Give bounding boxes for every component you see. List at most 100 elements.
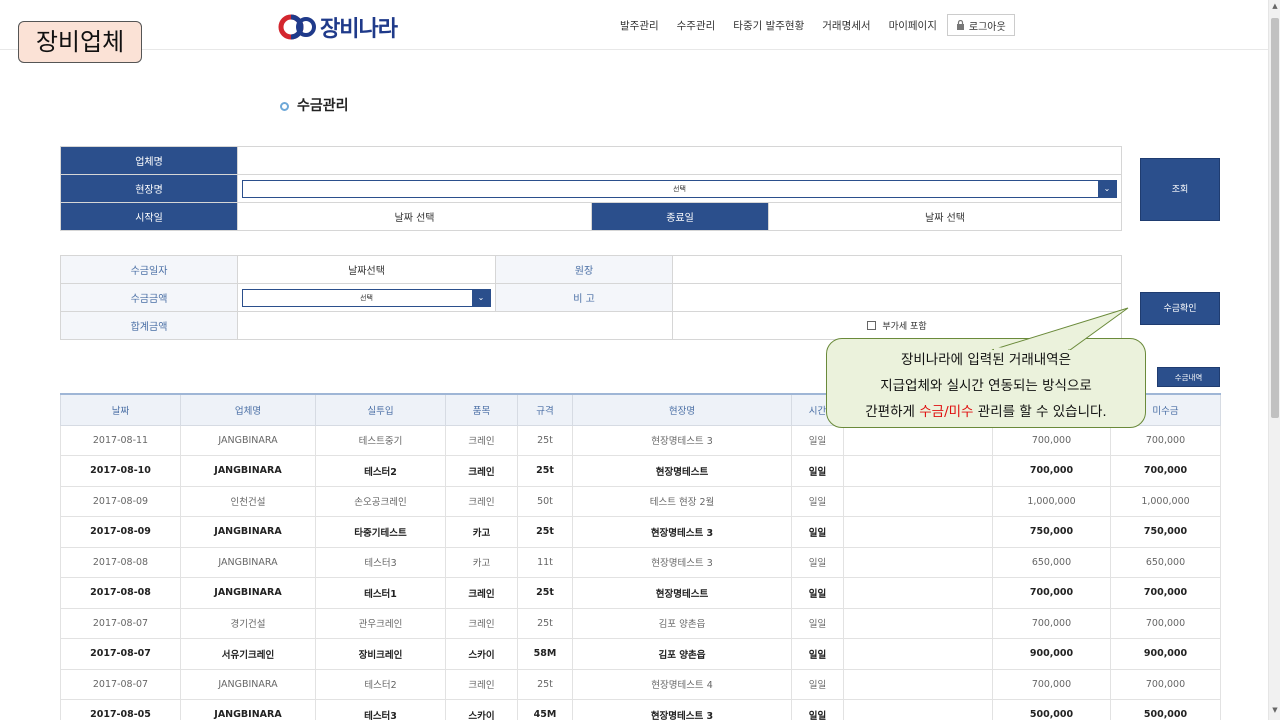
table-cell: 김포 양촌읍 [572,638,792,670]
table-cell: 현장명테스트 3 [572,699,792,720]
table-cell: 700,000 [1110,577,1221,609]
bullet-icon [280,101,289,111]
table-cell: 900,000 [1110,638,1221,670]
table-cell: 500,000 [992,699,1111,720]
table-cell: 700,000 [1110,607,1221,639]
logo-icon [278,14,316,40]
table-cell [843,424,993,456]
site-select[interactable]: 선택 ⌄ [242,179,1117,198]
table-cell: 현장명테스트 [572,455,792,487]
table-cell: JANGBINARA [180,455,316,487]
table-cell: 크레인 [445,455,518,487]
payment-amount-label: 수금금액 [60,283,238,312]
table-row[interactable]: 2017-08-08 JANGBINARA 테스터1 크레인 25t 현장명테스트 일일 70… [60,577,1221,609]
table-cell: 현장명테스트 3 [572,516,792,548]
payment-date-picker[interactable]: 날짜선택 [237,255,496,284]
table-cell: 손오공크레인 [315,485,446,517]
ledger-input[interactable] [672,255,1122,284]
payment-amount-select[interactable]: 선택 ⌄ [242,288,491,307]
scroll-down-icon[interactable]: ▼ [1269,706,1280,718]
table-cell: 25t [517,607,573,639]
nav-my-page[interactable]: 마이페이지 [889,18,937,33]
table-cell: 장비크레인 [315,638,446,670]
table-row[interactable]: 2017-08-07 서유기크레인 장비크레인 스카이 58M 김포 양촌읍 일일 900,0… [60,638,1221,670]
scroll-thumb[interactable] [1271,18,1279,418]
vat-checkbox[interactable]: 부가세 포함 [867,319,927,332]
logout-button[interactable]: 로그아웃 [946,14,1015,36]
callout-line-1: 장비나라에 입력된 거래내역은 [900,352,1072,368]
payment-amount-cell: 선택 ⌄ [237,283,496,312]
table-cell: 테스터2 [315,668,446,700]
table-cell: 크레인 [445,577,518,609]
table-row[interactable]: 2017-08-09 JANGBINARA 타중기테스트 카고 25t 현장명테스트 3일… [60,516,1221,548]
table-row[interactable]: 2017-08-07 JANGBINARA 테스터2 크레인 25t 현장명테스트 4 일일… [60,668,1221,700]
nav-transaction-statement[interactable]: 거래명세서 [822,18,870,33]
callout-line-3: 간편하게 수금/미수 관리를 할 수 있습니다. [827,399,1145,425]
table-row[interactable]: 2017-08-05 JANGBINARA 테스터3 스카이 45M 현장명테스트 3 일일… [60,699,1221,720]
table-row[interactable]: 2017-08-08 JANGBINARA 테스터3 카고 11t 현장명테스트 3 일일 6… [60,546,1221,578]
payment-date-label: 수금일자 [60,255,238,284]
table-cell: 700,000 [1110,455,1221,487]
logo-text: 장비나라 [320,11,398,43]
table-cell: JANGBINARA [180,577,316,609]
table-cell: 크레인 [445,607,518,639]
table-cell: 25t [517,516,573,548]
search-form: 업체명 현장명 선택 ⌄ 시작일 날짜 선택 종료일 날짜 선택 [60,146,1122,231]
table-cell: 650,000 [1110,546,1221,578]
page-title: 수금관리 [280,95,349,115]
table-cell: 25t [517,424,573,456]
table-cell: 25t [517,577,573,609]
end-date-picker[interactable]: 날짜 선택 [768,202,1122,231]
table-cell: 700,000 [1110,424,1221,456]
vertical-scrollbar[interactable]: ▲ ▼ [1268,0,1280,720]
table-cell: 테스터2 [315,455,446,487]
logo-text-suffix: 나라 [358,17,397,42]
table-cell: 일일 [791,577,844,609]
chevron-down-icon[interactable]: ⌄ [1098,180,1116,197]
transactions-table: 날짜 업체명 실투입 품목 규격 현장명 시간 미수금 2017-08-11 JANGBINAR… [60,393,1221,720]
end-date-label: 종료일 [591,202,769,231]
table-cell: 일일 [791,638,844,670]
table-cell: 현장명테스트 4 [572,668,792,700]
ledger-label: 원장 [495,255,673,284]
table-cell [843,485,993,517]
header: 장비나라 발주관리 수주관리 타중기 발주현황 거래명세서 마이페이지 로그아웃 [0,0,1268,50]
logo[interactable]: 장비나라 [278,11,398,43]
checkbox-icon[interactable] [867,320,877,330]
table-cell: 현장명테스트 3 [572,424,792,456]
payment-history-button[interactable]: 수금내역 [1157,367,1220,387]
table-cell: 2017-08-05 [60,699,181,720]
nav-received-orders[interactable]: 수주관리 [677,18,716,33]
vendor-badge: 장비업체 [18,21,142,63]
table-cell: 현장명테스트 [572,577,792,609]
table-row[interactable]: 2017-08-07 경기건설 관우크레인 크레인 25t 김포 양촌읍 일일 700,000… [60,607,1221,639]
payment-confirm-button[interactable]: 수금확인 [1140,292,1220,325]
company-input[interactable] [237,146,1122,175]
callout-highlight: 수금/미수 [919,404,974,420]
table-cell [843,546,993,578]
vat-label: 부가세 포함 [882,321,927,332]
payment-form: 수금일자 날짜선택 원장 수금금액 선택 ⌄ 비 고 합계금액 부가세 포함 [60,255,1122,340]
table-cell: 2017-08-08 [60,577,181,609]
callout-line-2: 지급업체와 실시간 연동되는 방식으로 [880,378,1092,394]
table-row[interactable]: 2017-08-11 JANGBINARA 테스트중기 크레인 25t 현장명테스트 3일… [60,424,1221,456]
table-row[interactable]: 2017-08-09 인천건설 손오공크레인 크레인 50t 테스트 현장 2월 일일 1,0… [60,485,1221,517]
table-cell: 25t [517,668,573,700]
table-cell: 카고 [445,516,518,548]
table-cell: 인천건설 [180,485,316,517]
table-cell: 45M [517,699,573,720]
nav-order-management[interactable]: 발주관리 [620,18,659,33]
start-date-picker[interactable]: 날짜 선택 [237,202,592,231]
table-cell: 일일 [791,607,844,639]
scroll-up-icon[interactable]: ▲ [1269,2,1280,14]
callout-line-3-pre: 간편하게 [865,404,920,420]
table-cell: 700,000 [992,577,1111,609]
table-cell: 2017-08-07 [60,638,181,670]
table-row[interactable]: 2017-08-10 JANGBINARA 테스터2 크레인 25t 현장명테스트 일일 70… [60,455,1221,487]
search-button[interactable]: 조회 [1140,158,1220,221]
nav-other-equipment-orders[interactable]: 타중기 발주현황 [733,18,804,33]
table-cell: 650,000 [992,546,1111,578]
chevron-down-icon[interactable]: ⌄ [472,289,490,306]
table-cell: 일일 [791,455,844,487]
table-cell: 750,000 [992,516,1111,548]
